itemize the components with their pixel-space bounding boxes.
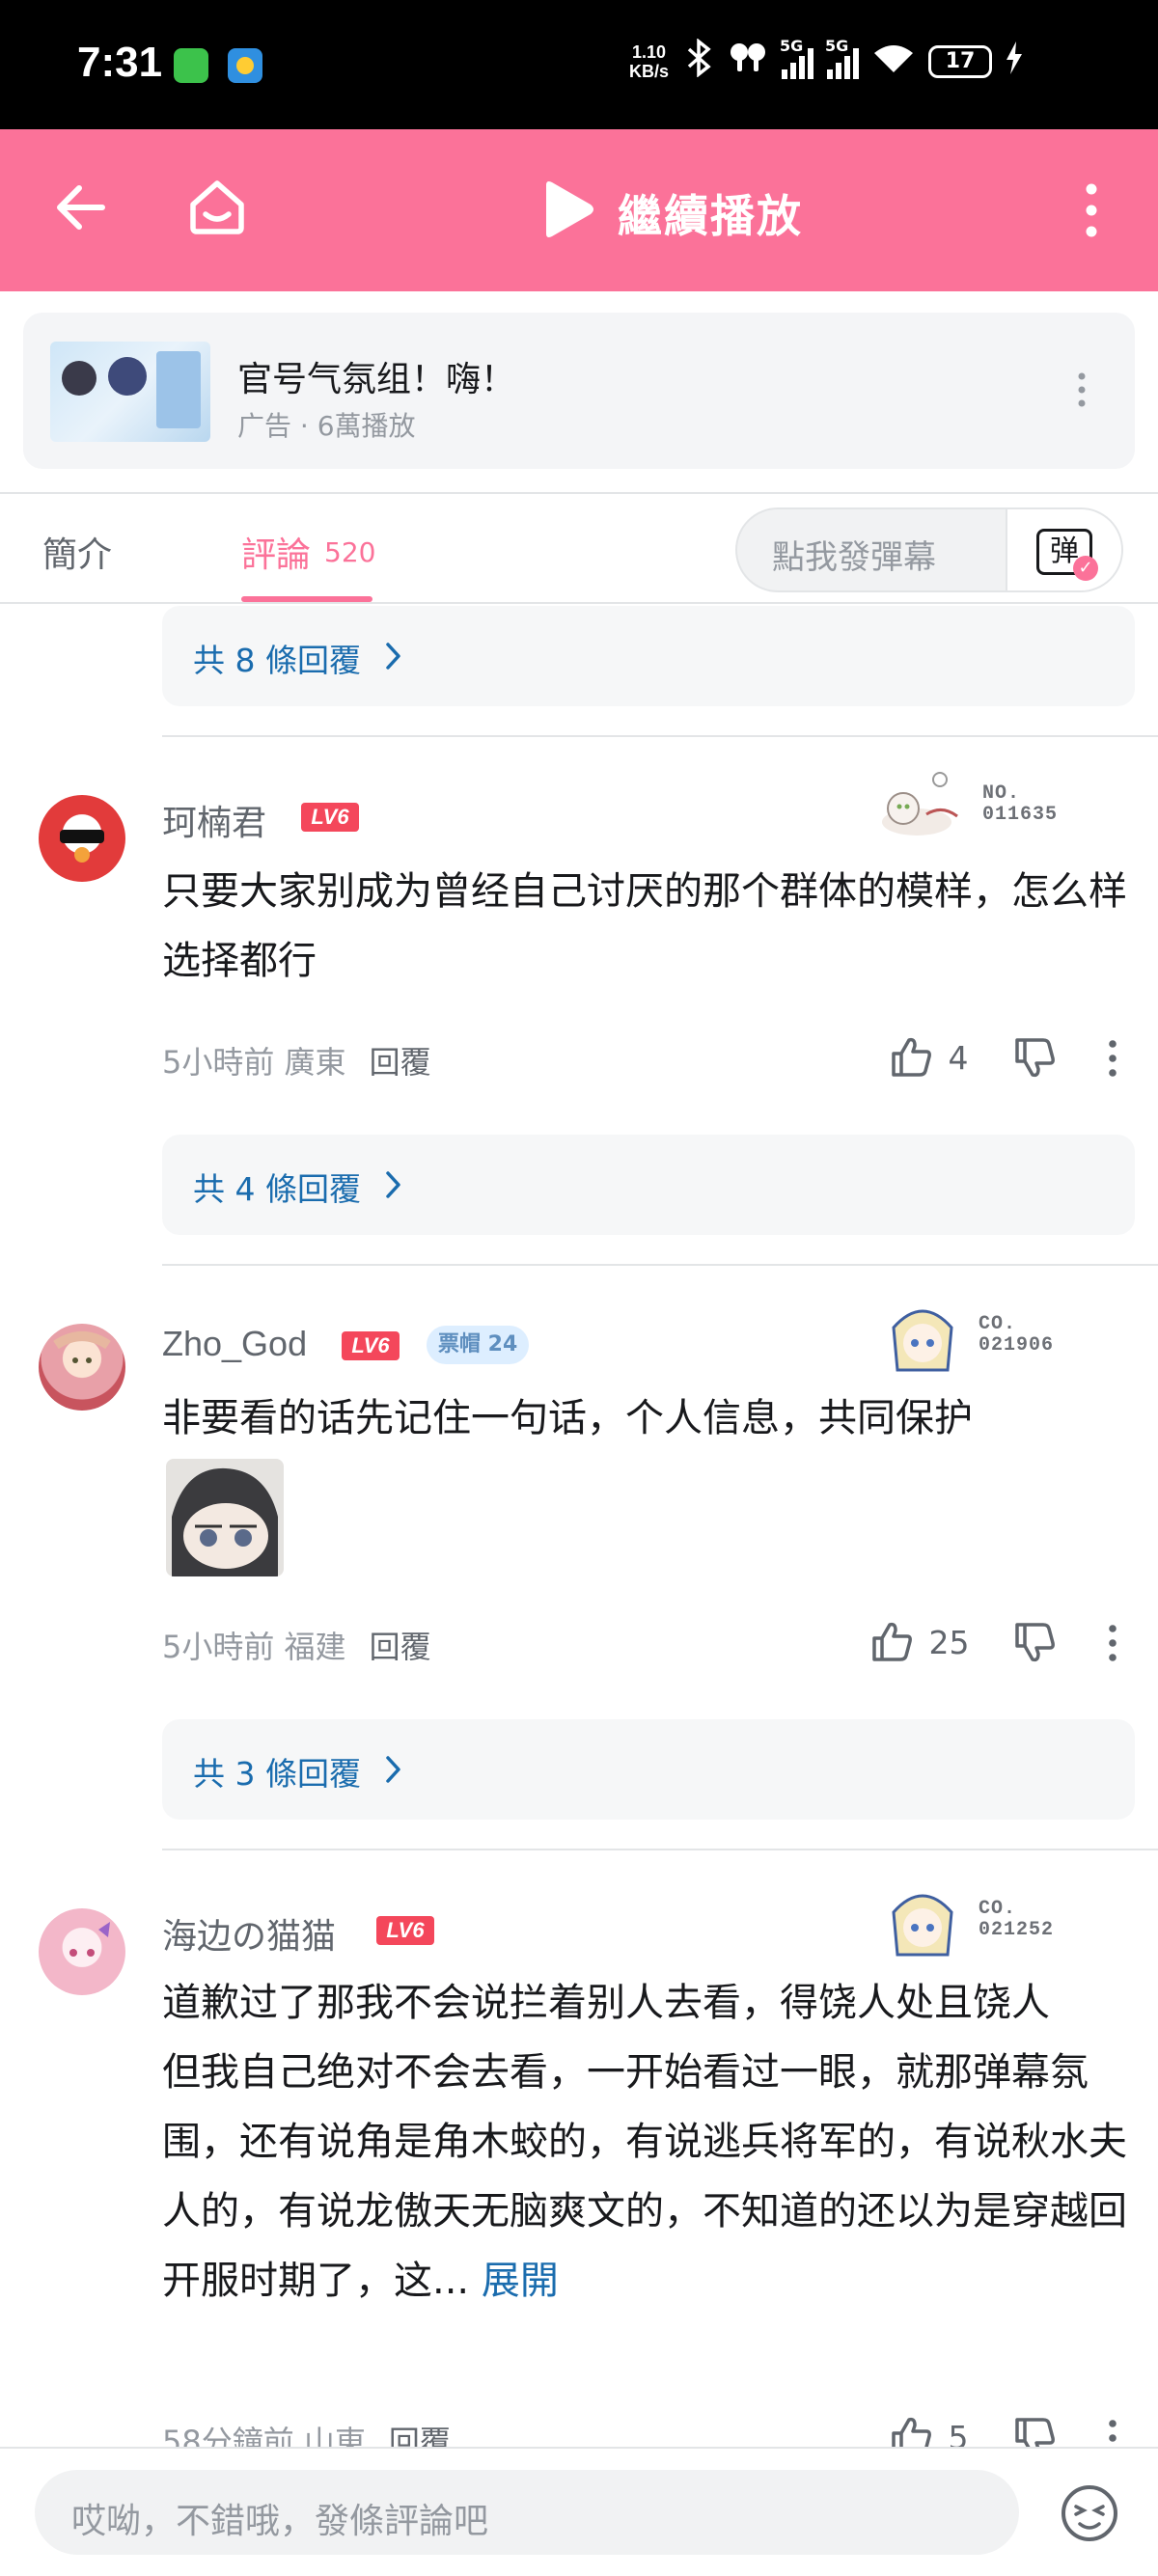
comment-divider xyxy=(162,1264,1158,1266)
bluetooth-icon xyxy=(685,38,714,85)
chevron-right-icon xyxy=(386,643,400,670)
reply-button[interactable]: 回覆 xyxy=(370,1629,431,1665)
charging-app-icon xyxy=(174,48,208,83)
chevron-right-icon xyxy=(386,1171,400,1198)
ad-card[interactable]: 官号气氛组！嗨！ 广告 · 6萬播放 xyxy=(23,313,1135,469)
fan-number: NO. 011635 xyxy=(982,782,1059,826)
comment-more-button[interactable] xyxy=(1108,1625,1117,1665)
check-icon: ✓ xyxy=(1073,556,1098,581)
username[interactable]: Zho_God xyxy=(162,1324,307,1364)
expand-button[interactable]: 展開 xyxy=(482,2259,559,2303)
comment-divider xyxy=(162,1849,1158,1850)
view-replies-button[interactable]: 共 4 條回覆 xyxy=(162,1135,1135,1235)
tab-bar: 簡介 評論 520 點我發彈幕 弹 ✓ xyxy=(0,492,1158,604)
fan-card-sticker xyxy=(886,1299,959,1384)
ad-subtitle: 广告 · 6萬播放 xyxy=(237,410,416,442)
active-tab-indicator xyxy=(241,596,372,602)
more-vertical-icon xyxy=(1086,183,1097,237)
notification-app-icon xyxy=(228,48,262,83)
like-button[interactable]: 4 xyxy=(890,1036,969,1077)
emoji-button[interactable] xyxy=(1060,2483,1119,2547)
tab-comments[interactable]: 評論 xyxy=(241,527,311,577)
comment-input-bar: 哎呦，不錯哦，發條評論吧 xyxy=(0,2447,1158,2576)
thumbs-up-icon xyxy=(872,1622,912,1661)
arrow-left-icon xyxy=(57,185,105,230)
more-vertical-icon xyxy=(1109,1040,1117,1077)
battery-icon: 17 xyxy=(928,45,992,78)
comment-count: 520 xyxy=(324,536,376,568)
level-badge: LV6 xyxy=(376,1916,434,1945)
home-icon xyxy=(190,180,244,234)
continue-play-label[interactable]: 繼續播放 xyxy=(618,181,803,245)
comment-input[interactable]: 哎呦，不錯哦，發條評論吧 xyxy=(35,2470,1019,2555)
comment-meta: 5小時前 福建 回覆 xyxy=(162,1629,431,1665)
dislike-button[interactable] xyxy=(1013,1623,1056,1667)
comment-more-button[interactable] xyxy=(1108,1040,1117,1081)
more-vertical-icon xyxy=(1078,372,1086,407)
fan-card-sticker xyxy=(886,1883,959,1968)
ad-more-button[interactable] xyxy=(1077,372,1087,411)
fan-number: CO. 021252 xyxy=(979,1898,1055,1941)
like-button[interactable]: 25 xyxy=(870,1621,970,1661)
comment-input-placeholder: 哎呦，不錯哦，發條評論吧 xyxy=(71,2502,489,2541)
comment-divider xyxy=(162,735,1158,737)
danmaku-input[interactable]: 點我發彈幕 弹 ✓ xyxy=(735,507,1123,592)
play-icon xyxy=(546,181,593,237)
comment-text: 道歉过了那我不会说拦着别人去看，得饶人处且饶人 但我自己绝对不会去看，一开始看过… xyxy=(162,1981,1127,2303)
status-bar: 7:31 1.10 KB/s 5G 5G 17 xyxy=(0,0,1158,129)
view-replies-button[interactable]: 共 3 條回覆 xyxy=(162,1719,1135,1820)
danmaku-placeholder: 點我發彈幕 xyxy=(772,538,936,577)
continue-play-button[interactable] xyxy=(540,179,596,243)
tab-intro[interactable]: 簡介 xyxy=(42,527,112,577)
username[interactable]: 珂楠君 xyxy=(162,795,266,845)
comment-text: 只要大家别成为曾经自己讨厌的那个群体的模样，怎么样选择都行 xyxy=(162,869,1127,983)
wifi-icon xyxy=(872,41,915,82)
level-badge: LV6 xyxy=(301,803,359,832)
comment-text: 非要看的话先记住一句话，个人信息，共同保护 xyxy=(162,1396,973,1440)
level-badge: LV6 xyxy=(342,1331,400,1360)
fan-card-sticker xyxy=(874,766,971,847)
danmaku-toggle-button[interactable]: 弹 ✓ xyxy=(1006,509,1121,590)
thumbs-up-icon xyxy=(892,1037,931,1077)
charging-bolt-icon xyxy=(1006,41,1023,82)
back-button[interactable] xyxy=(54,181,106,237)
ad-title: 官号气氛组！嗨！ xyxy=(237,360,516,399)
emote-sticker[interactable] xyxy=(166,1459,284,1576)
clock: 7:31 xyxy=(77,39,163,86)
dislike-button[interactable] xyxy=(1013,1038,1056,1082)
more-vertical-icon xyxy=(1109,1625,1117,1661)
avatar[interactable] xyxy=(39,1324,125,1411)
fan-number: CO. 021906 xyxy=(979,1313,1055,1357)
signal-icon-sim1: 5G xyxy=(780,37,813,79)
home-button[interactable] xyxy=(187,178,247,241)
like-count: 25 xyxy=(928,1624,970,1661)
reply-button[interactable]: 回覆 xyxy=(370,1044,431,1081)
video-top-bar: 繼續播放 xyxy=(0,129,1158,291)
avatar[interactable] xyxy=(39,1908,125,1995)
network-speed: 1.10 KB/s xyxy=(629,42,670,81)
comment-meta: 5小時前 廣東 回覆 xyxy=(162,1044,431,1081)
avatar[interactable] xyxy=(39,795,125,882)
username[interactable]: 海边の猫猫 xyxy=(162,1908,336,1959)
thumbs-down-icon xyxy=(1015,1623,1055,1662)
emoji-icon xyxy=(1062,2485,1117,2541)
chevron-right-icon xyxy=(386,1756,400,1783)
view-replies-button[interactable]: 共 8 條回覆 xyxy=(162,606,1135,706)
more-button[interactable] xyxy=(1085,183,1098,241)
signal-icon-sim2: 5G xyxy=(825,37,859,79)
thumbs-down-icon xyxy=(1015,1038,1055,1078)
ad-thumbnail xyxy=(50,342,210,442)
earbuds-icon xyxy=(728,39,768,85)
like-count: 4 xyxy=(948,1039,969,1077)
fan-medal-badge[interactable]: 票帽 24 xyxy=(427,1326,530,1364)
